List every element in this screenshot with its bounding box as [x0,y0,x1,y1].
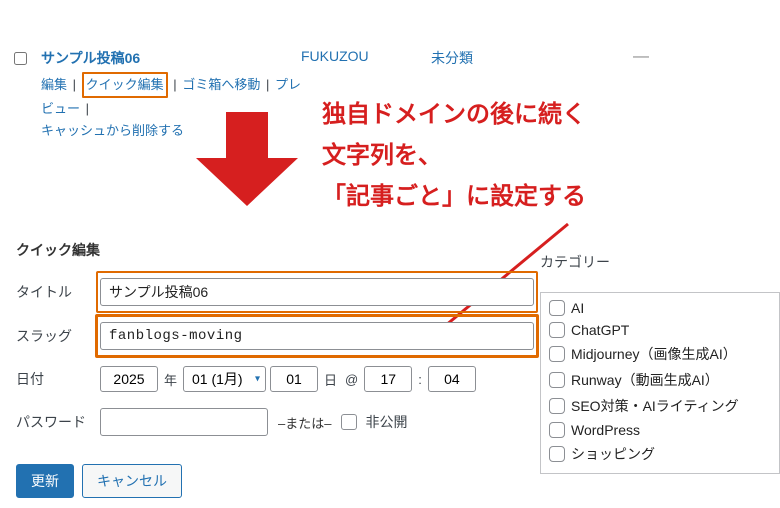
category-label: ChatGPT [571,322,629,338]
category-item[interactable]: SEO対策・AIライティング [549,393,773,419]
category-label: SEO対策・AIライティング [571,396,739,416]
purge-cache-link[interactable]: キャッシュから削除する [41,123,184,138]
year-input[interactable] [100,366,158,392]
slug-input[interactable] [100,322,534,350]
category-label: Midjourney（画像生成AI） [571,344,737,364]
annotation-line3: 「記事ごと」に設定する [322,183,586,210]
category-item[interactable]: Runway（動画生成AI） [549,367,773,393]
slug-row: スラッグ [16,322,534,350]
category-checkbox[interactable] [549,446,565,462]
private-label: 非公開 [365,412,407,432]
year-unit: 年 [162,370,179,389]
private-checkbox[interactable] [341,414,357,430]
annotation-text: 独自ドメインの後に続く 文字列を、 「記事ごと」に設定する [322,95,586,217]
day-input[interactable] [270,366,318,392]
action-separator: | [71,77,78,92]
col-category[interactable]: 未分類 [431,48,611,68]
col-date: — [611,48,671,66]
quick-edit-panel: クイック編集 タイトル スラッグ [14,234,780,474]
quick-edit-highlight: クイック編集 [82,72,168,98]
categories-listbox[interactable]: AI ChatGPT Midjourney（画像生成AI） Runway（動画生成AI… [540,292,780,474]
trash-link[interactable]: ゴミ箱へ移動 [182,77,260,92]
annotation-line1: 独自ドメインの後に続く [322,101,586,128]
category-label: AI [571,300,584,316]
categories-label: カテゴリー [540,252,780,272]
category-item[interactable]: AI [549,297,773,319]
title-row: タイトル [16,278,534,306]
arrow-down-icon [196,112,298,206]
slug-label: スラッグ [16,326,100,346]
password-input[interactable] [100,408,268,436]
password-label: パスワード [16,412,100,432]
action-separator: | [171,77,178,92]
title-label: タイトル [16,282,100,302]
category-checkbox[interactable] [549,422,565,438]
hour-input[interactable] [364,366,412,392]
date-label: 日付 [16,369,100,389]
date-row: 日付 年 01 (1月) 日 @ : [16,366,534,392]
annotation-line2: 文字列を、 [322,142,442,169]
cancel-button[interactable]: キャンセル [82,464,182,498]
action-separator: | [264,77,271,92]
category-item[interactable]: Midjourney（画像生成AI） [549,341,773,367]
category-checkbox[interactable] [549,322,565,338]
row-select-checkbox[interactable] [14,52,27,65]
quick-edit-buttons: 更新 キャンセル [16,464,182,498]
category-label: Runway（動画生成AI） [571,370,719,390]
day-unit: 日 [322,370,339,389]
time-colon: : [416,372,424,387]
action-separator: | [84,101,91,116]
quick-edit-right-column: カテゴリー AIChatGPTMidjourney（画像生成AI）Runway（… [534,278,780,474]
update-button[interactable]: 更新 [16,464,74,498]
quick-edit-left-column: タイトル スラッグ 日付 [14,278,534,474]
password-row: パスワード –または– 非公開 [16,408,534,436]
at-symbol: @ [343,372,360,387]
category-checkbox[interactable] [549,372,565,388]
title-input[interactable] [100,278,534,306]
month-select[interactable]: 01 (1月) [183,366,266,392]
category-checkbox[interactable] [549,300,565,316]
category-checkbox[interactable] [549,398,565,414]
edit-link[interactable]: 編集 [41,77,67,92]
category-item[interactable]: ショッピング [549,441,773,467]
minute-input[interactable] [428,366,476,392]
category-item[interactable]: ChatGPT [549,319,773,341]
category-label: WordPress [571,422,640,438]
category-label: ショッピング [571,444,655,464]
category-item[interactable]: WordPress [549,419,773,441]
quick-edit-link[interactable]: クイック編集 [86,77,164,92]
post-title-link[interactable]: サンプル投稿06 [41,48,140,68]
or-text: –または– [272,413,337,432]
category-checkbox[interactable] [549,346,565,362]
col-author[interactable]: FUKUZOU [301,48,431,64]
